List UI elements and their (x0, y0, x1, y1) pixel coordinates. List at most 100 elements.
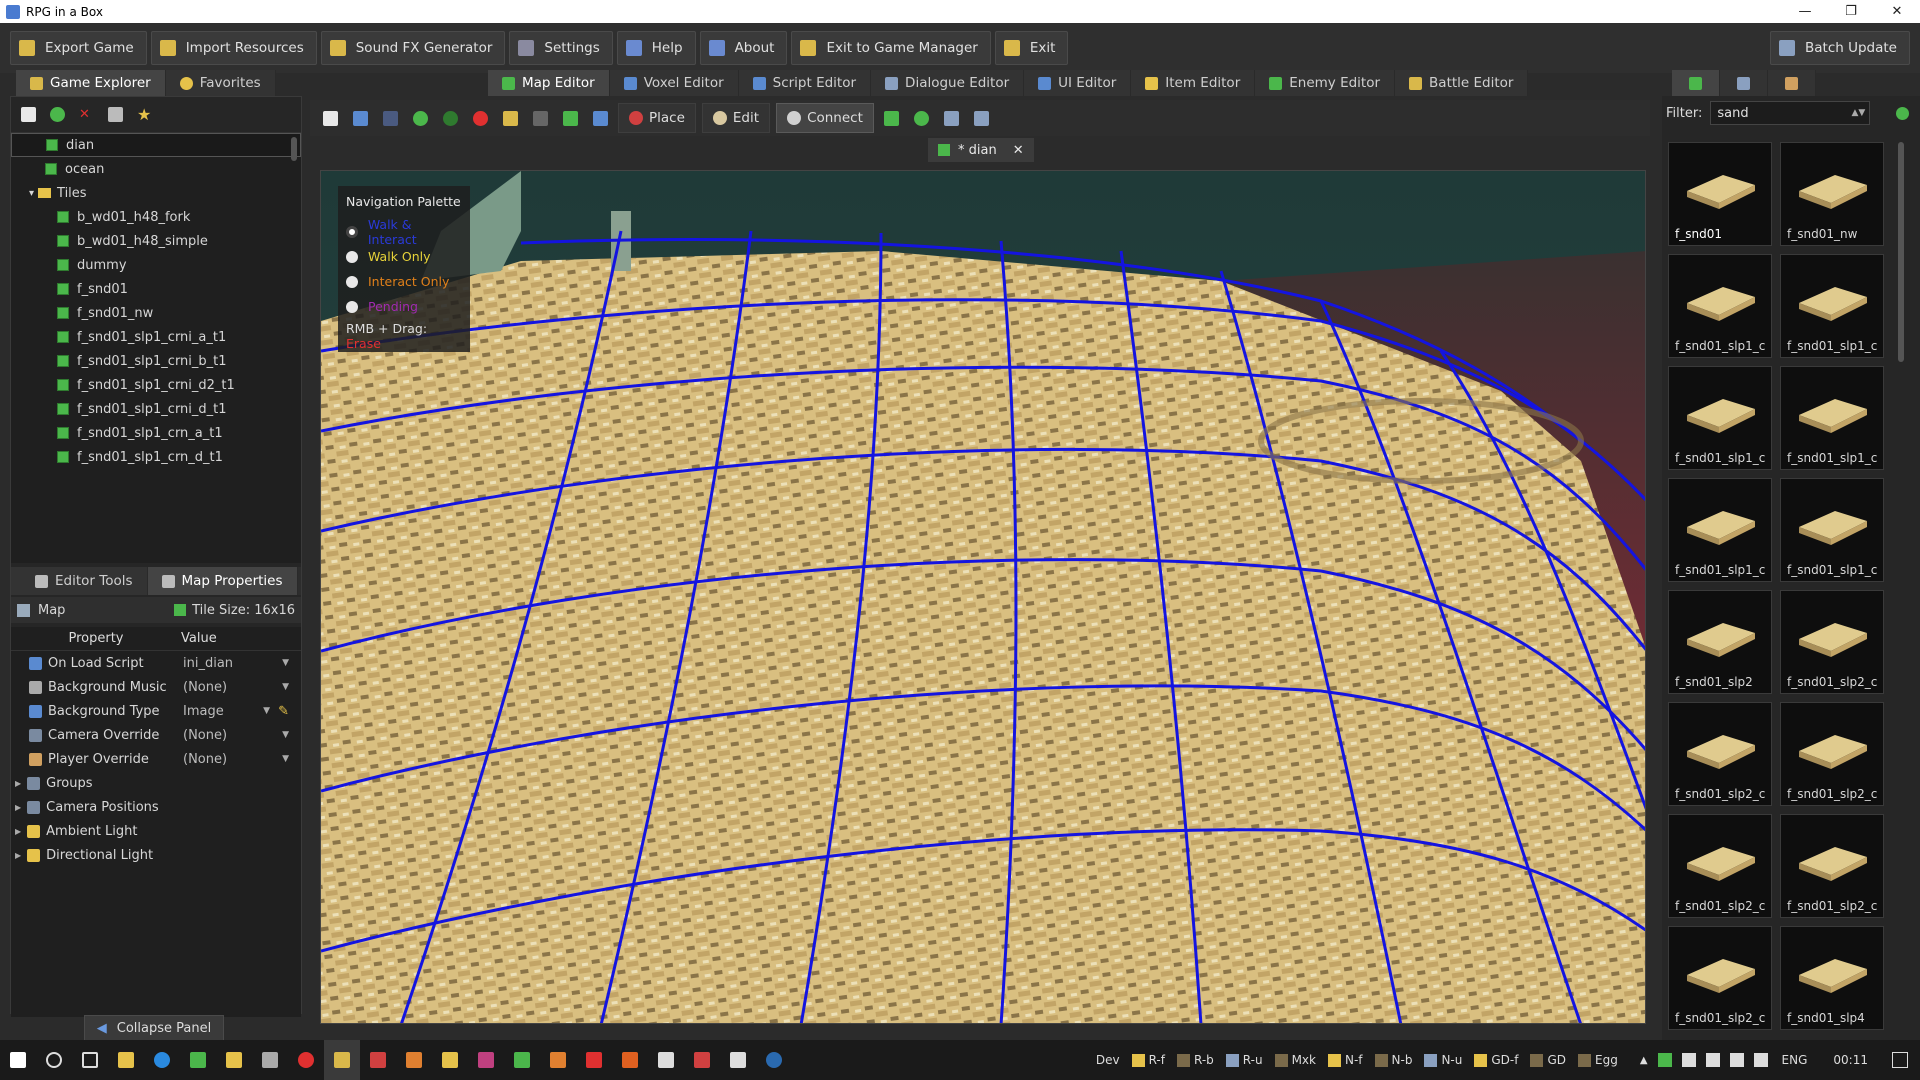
tab-enemy-editor[interactable]: Enemy Editor (1255, 70, 1396, 96)
tab-objects[interactable] (1720, 70, 1768, 96)
expand-arrow-icon[interactable]: ▶ (15, 827, 21, 836)
dropdown-arrow-icon[interactable]: ▼ (263, 706, 270, 716)
tab-voxel-editor[interactable]: Voxel Editor (609, 70, 739, 96)
place-button[interactable]: Place (618, 103, 696, 133)
tree-scrollbar[interactable] (291, 137, 297, 161)
property-row-on-load-script[interactable]: On Load Script ini_dian ▼ (11, 651, 301, 675)
taskbar-folder-gd-f[interactable]: GD-f (1474, 1053, 1518, 1067)
radio-button[interactable] (346, 300, 358, 313)
play-test-icon[interactable] (498, 106, 522, 130)
tile-thumbnail[interactable]: f_snd01_slp2_c (1780, 702, 1884, 806)
property-row-ambient-light[interactable]: ▶ Ambient Light (11, 819, 301, 843)
fullscreen-icon[interactable] (558, 106, 582, 130)
network-icon[interactable] (1705, 1053, 1720, 1067)
mail-icon[interactable] (720, 1040, 756, 1080)
tab-ui-editor[interactable]: UI Editor (1024, 70, 1132, 96)
tile-thumbnail[interactable]: f_snd01_nw (1780, 142, 1884, 246)
clock[interactable]: 00:11 (1833, 1053, 1868, 1067)
tab-script-editor[interactable]: Script Editor (738, 70, 872, 96)
taskbar-folder-gd[interactable]: GD (1530, 1053, 1566, 1067)
app-icon-11[interactable] (576, 1040, 612, 1080)
palette-scrollbar[interactable] (1898, 142, 1904, 362)
exit-button[interactable]: Exit (994, 31, 1069, 65)
paint-icon[interactable] (588, 106, 612, 130)
tile-thumbnail[interactable]: f_snd01_slp2_c (1668, 702, 1772, 806)
property-row-background-music[interactable]: Background Music (None) ▼ (11, 675, 301, 699)
delete-icon[interactable]: ✕ (79, 107, 94, 122)
undo-icon[interactable] (408, 106, 432, 130)
tab-characters[interactable] (1768, 70, 1816, 96)
steam-icon[interactable] (756, 1040, 792, 1080)
refresh-palette-icon[interactable] (1896, 106, 1910, 120)
nav-option-walk-interact[interactable]: Walk & Interact (346, 217, 462, 247)
property-value[interactable]: (None) ▼ (183, 680, 293, 695)
radio-button[interactable] (346, 225, 358, 238)
save-icon[interactable] (348, 106, 372, 130)
app-icon-1[interactable] (180, 1040, 216, 1080)
app-icon-4[interactable] (288, 1040, 324, 1080)
radio-button[interactable] (346, 275, 358, 288)
dropdown-arrow-icon[interactable]: ▼ (282, 730, 289, 740)
tree-item[interactable]: dummy (11, 253, 301, 277)
collapse-all-icon[interactable] (108, 107, 123, 122)
app-icon-3[interactable] (252, 1040, 288, 1080)
tab-battle-editor[interactable]: Battle Editor (1395, 70, 1529, 96)
tree-item[interactable]: f_snd01_slp1_crni_a_t1 (11, 325, 301, 349)
tree-item[interactable]: ▾ Tiles (11, 181, 301, 205)
taskbar-folder-dev[interactable]: Dev (1096, 1053, 1120, 1067)
tab-dialogue-editor[interactable]: Dialogue Editor (871, 70, 1025, 96)
tile-thumbnail[interactable]: f_snd01 (1668, 142, 1772, 246)
tab-item-editor[interactable]: Item Editor (1131, 70, 1256, 96)
expand-arrow-icon[interactable]: ▶ (15, 779, 21, 788)
close-icon[interactable]: ✕ (1874, 0, 1920, 23)
dropdown-arrow-icon[interactable]: ▼ (282, 682, 289, 692)
notification-icon[interactable] (1753, 1053, 1768, 1067)
search-icon[interactable] (36, 1040, 72, 1080)
app-icon-8[interactable] (468, 1040, 504, 1080)
tile-thumbnail[interactable]: f_snd01_slp2_c (1780, 590, 1884, 694)
close-tab-icon[interactable]: ✕ (1013, 143, 1024, 158)
new-file-icon[interactable] (21, 107, 36, 122)
restore-icon[interactable]: ❐ (1828, 0, 1874, 23)
tab-tiles[interactable] (1672, 70, 1720, 96)
app-icon-5[interactable] (360, 1040, 396, 1080)
tile-thumbnail[interactable]: f_snd01_slp1_c (1780, 366, 1884, 470)
nav-option-pending[interactable]: Pending (346, 294, 462, 319)
tree-item[interactable]: f_snd01_slp1_crn_d_t1 (11, 445, 301, 469)
action-center-icon[interactable] (1892, 1052, 1908, 1068)
app-icon-14[interactable] (684, 1040, 720, 1080)
tray-app-icon[interactable] (1657, 1053, 1672, 1067)
settings-button[interactable]: Settings (509, 31, 613, 65)
star-icon[interactable]: ★ (137, 107, 152, 123)
explorer-icon[interactable] (108, 1040, 144, 1080)
tile-thumbnail[interactable]: f_snd01_slp1_c (1668, 478, 1772, 582)
tree-item[interactable]: f_snd01_nw (11, 301, 301, 325)
tree-item[interactable]: b_wd01_h48_fork (11, 205, 301, 229)
tree-item[interactable]: f_snd01_slp1_crni_d_t1 (11, 397, 301, 421)
grid-icon[interactable] (528, 106, 552, 130)
map-scene[interactable] (321, 171, 1646, 1024)
refresh-icon[interactable] (50, 107, 65, 122)
edit-button[interactable]: Edit (701, 103, 771, 133)
tab-favorites[interactable]: Favorites (165, 70, 276, 96)
tile-thumbnail[interactable]: f_snd01_slp2_c (1668, 814, 1772, 918)
rpg-in-a-box-taskbar-icon[interactable] (324, 1040, 360, 1080)
export-game-button[interactable]: Export Game (10, 31, 147, 65)
app-icon-6[interactable] (396, 1040, 432, 1080)
tree-item[interactable]: f_snd01_slp1_crni_b_t1 (11, 349, 301, 373)
battery-icon[interactable] (1681, 1053, 1696, 1067)
property-row-directional-light[interactable]: ▶ Directional Light (11, 843, 301, 867)
tab-map-properties[interactable]: Map Properties (147, 567, 298, 595)
property-row-camera-override[interactable]: Camera Override (None) ▼ (11, 723, 301, 747)
windows-start-icon[interactable] (0, 1040, 36, 1080)
import-resources-button[interactable]: Import Resources (150, 31, 317, 65)
swap-icon[interactable] (880, 106, 904, 130)
app-icon-9[interactable] (504, 1040, 540, 1080)
expand-arrow-icon[interactable]: ▶ (15, 803, 21, 812)
property-value[interactable]: (None) ▼ (183, 728, 293, 743)
expand-arrow-icon[interactable]: ▾ (29, 188, 34, 199)
sort-icon[interactable]: ▲▼ (1852, 108, 1866, 118)
language-indicator[interactable]: ENG (1782, 1053, 1808, 1067)
sound-fx-generator-button[interactable]: Sound FX Generator (320, 31, 506, 65)
new-map-icon[interactable] (318, 106, 342, 130)
